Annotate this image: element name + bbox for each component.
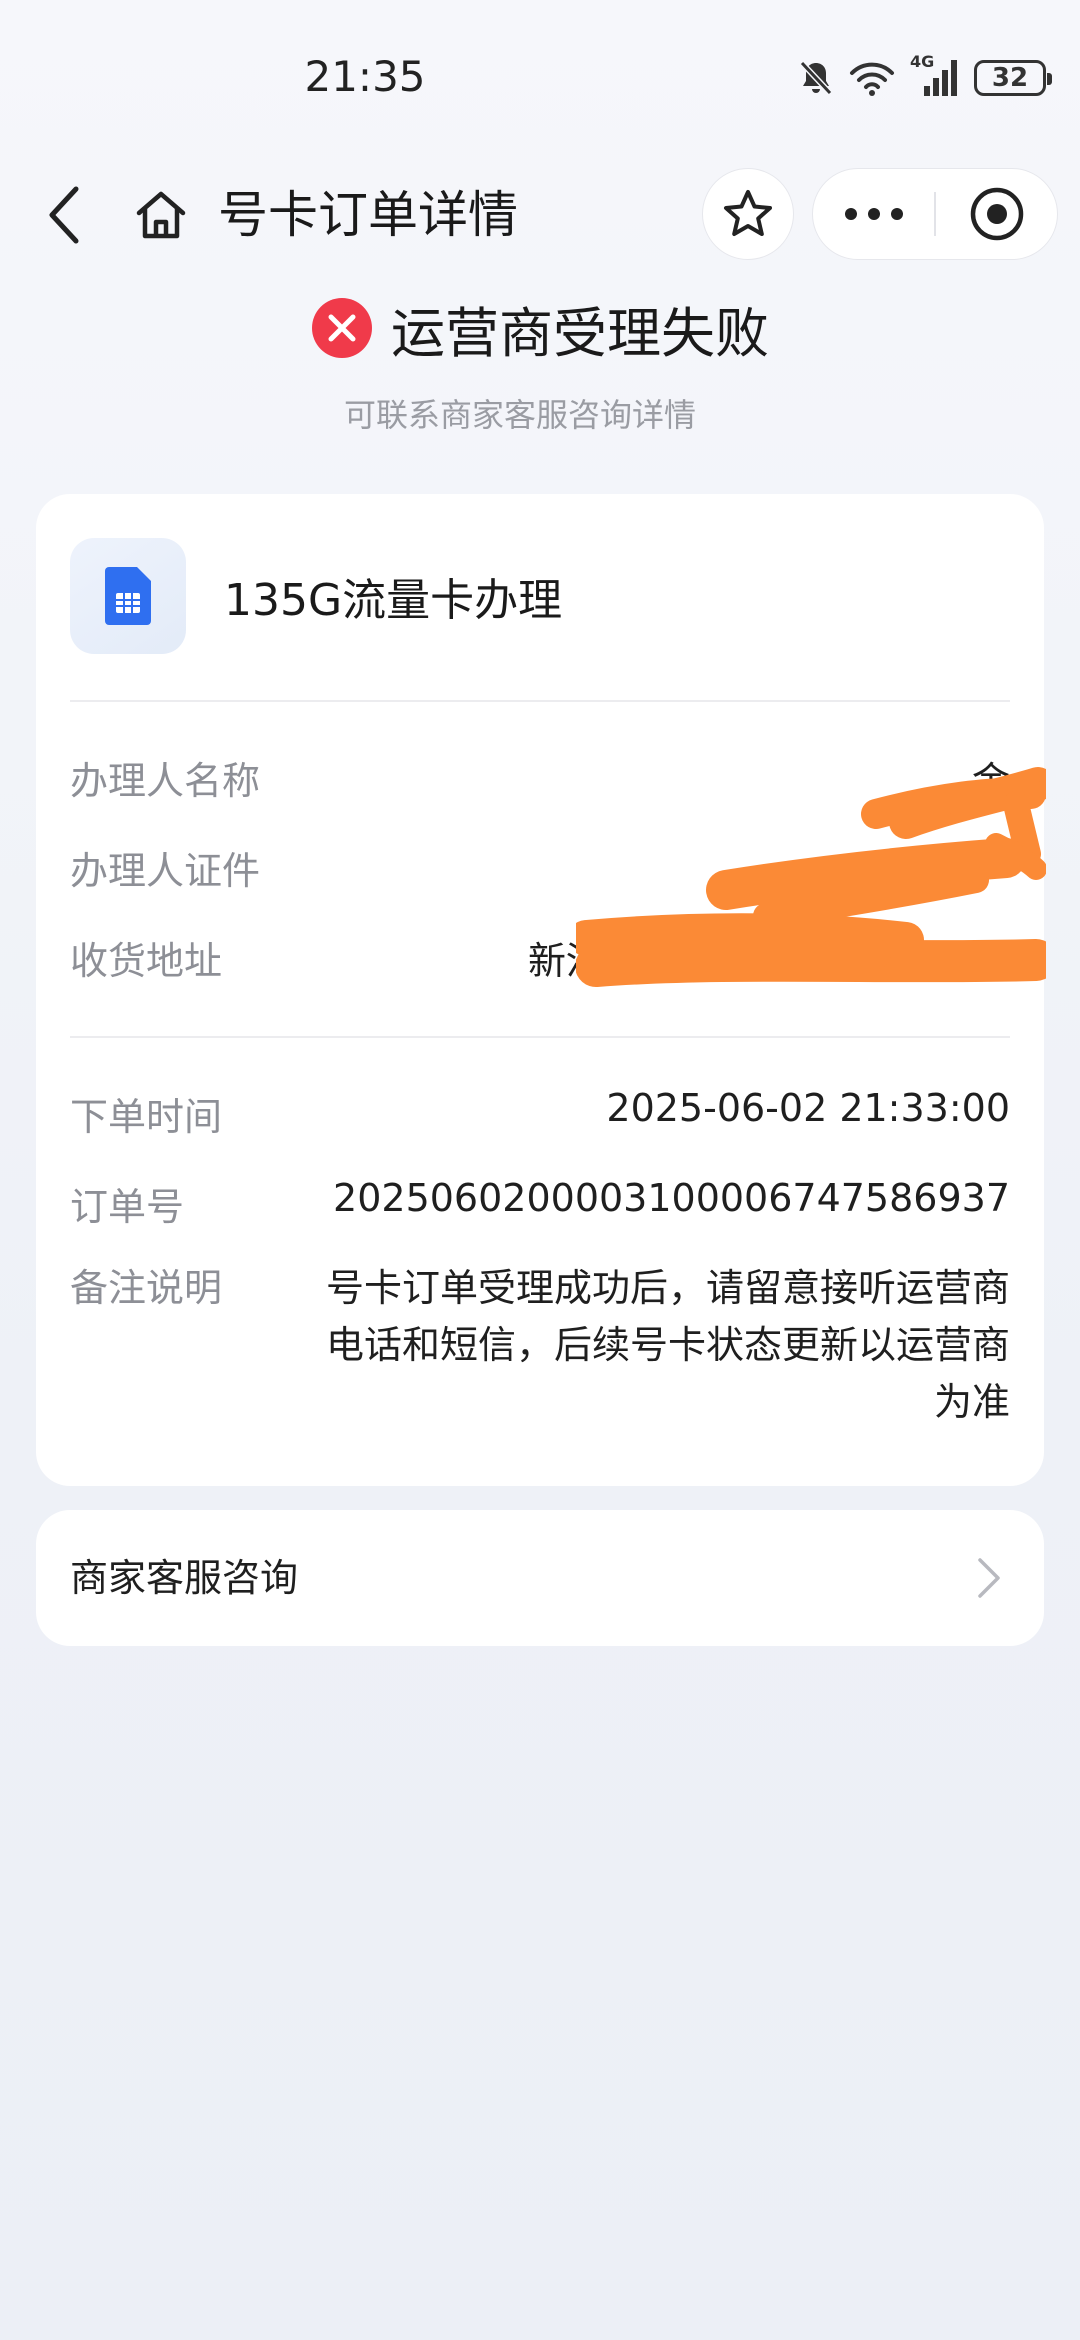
- back-button[interactable]: [34, 182, 94, 248]
- more-dots-icon: [844, 208, 903, 220]
- signal-icon: [924, 60, 957, 96]
- more-button[interactable]: [813, 168, 934, 260]
- status-title: 运营商受理失败: [391, 301, 769, 365]
- merchant-service-label: 商家客服咨询: [70, 1556, 299, 1600]
- order-detail-card: 135G流量卡办理 办理人名称 金 办理人证件 2 7 收货地址 新河街道 下单…: [36, 494, 1046, 1486]
- applicant-id-row: 办理人证件 2 7: [70, 840, 1010, 895]
- section-divider: [70, 1036, 1010, 1038]
- order-note-value: 号卡订单受理成功后，请留意接听运营商电话和短信，后续号卡状态更新以运营商为准: [325, 1266, 1010, 1424]
- status-time: 21:35: [304, 52, 426, 101]
- chevron-right-icon: [978, 1558, 1000, 1598]
- status-bar: 21:35 4G 32: [0, 0, 1080, 160]
- wifi-icon: [850, 62, 894, 96]
- applicant-id-value: 2 7: [949, 840, 1010, 884]
- error-x-icon: [312, 298, 372, 358]
- order-number-row: 订单号 2025060200003100006747586937: [70, 1176, 1010, 1231]
- applicant-id-label: 办理人证件: [70, 849, 261, 893]
- battery-level: 32: [991, 63, 1029, 93]
- section-divider: [70, 700, 1010, 702]
- address-label: 收货地址: [70, 939, 223, 983]
- target-close-icon: [970, 187, 1023, 241]
- order-status: 运营商受理失败: [0, 288, 1080, 368]
- applicant-name-row: 办理人名称 金: [70, 750, 1010, 805]
- nav-bar: 号卡订单详情: [0, 160, 1080, 270]
- sim-card-icon: [105, 567, 151, 625]
- home-icon: [136, 191, 186, 239]
- address-row: 收货地址 新河街道: [70, 930, 1010, 985]
- battery-icon: 32: [974, 60, 1052, 96]
- favorite-button[interactable]: [702, 168, 794, 260]
- star-icon: [724, 190, 772, 236]
- applicant-name-label: 办理人名称: [70, 759, 261, 803]
- order-note-row: 备注说明 号卡订单受理成功后，请留意接听运营商电话和短信，后续号卡状态更新以运营…: [70, 1260, 1010, 1431]
- order-number-label: 订单号: [70, 1185, 185, 1229]
- bell-muted-icon: [799, 60, 833, 96]
- chevron-left-icon: [49, 186, 79, 244]
- address-value: 新河街道: [527, 939, 680, 983]
- home-button[interactable]: [130, 184, 192, 246]
- close-miniapp-button[interactable]: [936, 168, 1057, 260]
- order-time-row: 下单时间 2025-06-02 21:33:00: [70, 1086, 1010, 1141]
- applicant-name-value: 金: [971, 759, 1010, 803]
- order-note-label: 备注说明: [70, 1266, 223, 1310]
- miniapp-capsule: [812, 168, 1058, 260]
- product-icon: [70, 538, 186, 654]
- cellular-signal: 4G: [910, 52, 960, 98]
- merchant-service-row[interactable]: 商家客服咨询: [36, 1510, 1044, 1646]
- product-name: 135G流量卡办理: [224, 575, 563, 626]
- order-time-label: 下单时间: [70, 1095, 223, 1139]
- order-time-value: 2025-06-02 21:33:00: [606, 1086, 1010, 1130]
- order-number-value: 2025060200003100006747586937: [333, 1176, 1010, 1220]
- page-title: 号卡订单详情: [218, 186, 518, 244]
- product-header: 135G流量卡办理: [70, 538, 562, 654]
- status-subtitle: 可联系商家客服咨询详情: [343, 396, 696, 434]
- status-icons: 4G 32: [798, 52, 1052, 98]
